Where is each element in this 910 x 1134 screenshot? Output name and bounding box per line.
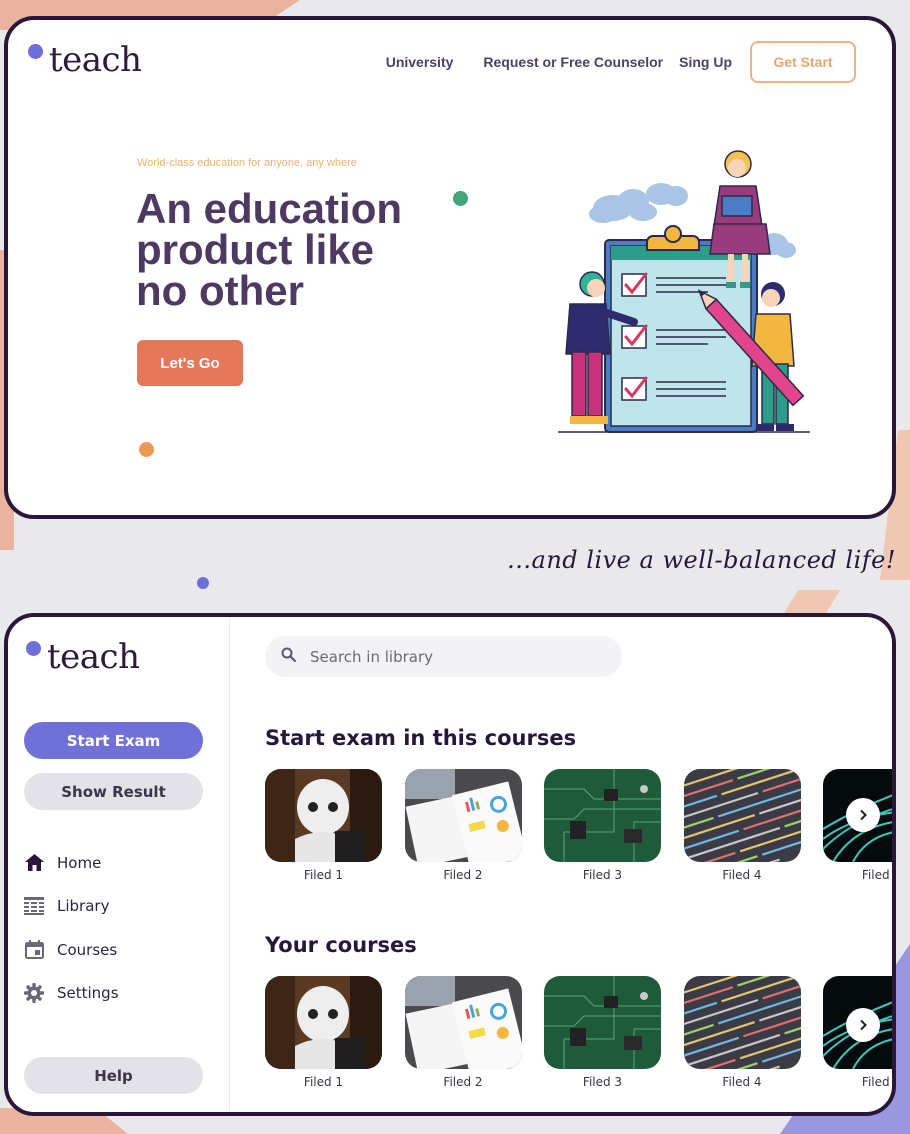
lets-go-button[interactable]: Let's Go bbox=[137, 340, 243, 386]
course-label: Filed 3 bbox=[582, 868, 623, 882]
logo-dot bbox=[28, 44, 43, 59]
hero-title-line: product like bbox=[136, 226, 375, 273]
hero-kicker: World-class education for anyone, any wh… bbox=[137, 157, 357, 169]
search-icon bbox=[281, 647, 297, 667]
hero-title: An education product like no other bbox=[136, 185, 426, 314]
carousel-next-button[interactable] bbox=[846, 1008, 880, 1042]
course-label: Filed 2 bbox=[443, 868, 483, 882]
library-icon bbox=[24, 896, 44, 916]
logo-text: teach bbox=[47, 637, 140, 677]
show-result-button[interactable]: Show Result bbox=[24, 773, 203, 810]
course-thumbnail-robot bbox=[265, 976, 382, 1069]
sidebar-item-courses[interactable]: Courses bbox=[24, 928, 119, 972]
checklist-illustration bbox=[558, 150, 810, 433]
section-title-start-exam: Start exam in this courses bbox=[265, 726, 577, 750]
sidebar-item-settings[interactable]: Settings bbox=[24, 972, 119, 1016]
course-card[interactable]: Filed 3 bbox=[544, 976, 661, 1089]
help-button[interactable]: Help bbox=[24, 1057, 203, 1094]
get-start-button[interactable]: Get Start bbox=[750, 41, 856, 83]
course-label: Filed 4 bbox=[722, 1075, 762, 1089]
landing-window: teach University Request or Free Counsel… bbox=[4, 16, 896, 519]
course-row: Filed 1 Filed 2 Filed 3 Filed 4 Filed bbox=[265, 769, 892, 882]
sidebar: teach Start Exam Show Result Home Librar… bbox=[8, 617, 230, 1112]
gear-icon bbox=[24, 983, 44, 1004]
nav-link-counselor[interactable]: Request or Free Counselor bbox=[483, 54, 663, 70]
course-card[interactable]: Filed 4 bbox=[683, 769, 801, 882]
course-label: Filed 2 bbox=[443, 1075, 483, 1089]
app-window: teach Start Exam Show Result Home Librar… bbox=[4, 613, 896, 1116]
course-card[interactable]: Filed 2 bbox=[404, 769, 522, 882]
nav-link-signup[interactable]: Sing Up bbox=[679, 54, 732, 70]
course-thumbnail-charts bbox=[404, 976, 522, 1069]
calendar-icon bbox=[24, 940, 44, 960]
course-thumbnail-robot bbox=[265, 769, 382, 862]
sidebar-item-label: Courses bbox=[57, 940, 118, 959]
course-label: Filed 4 bbox=[722, 868, 762, 882]
section-title-your-courses: Your courses bbox=[265, 933, 417, 957]
carousel-next-button[interactable] bbox=[846, 798, 880, 832]
logo[interactable]: teach bbox=[26, 637, 140, 677]
hero-title-line: no other bbox=[136, 267, 304, 314]
start-exam-button[interactable]: Start Exam bbox=[24, 722, 203, 759]
logo[interactable]: teach bbox=[28, 40, 142, 80]
course-thumbnail-charts bbox=[404, 769, 522, 862]
course-card[interactable]: Filed 4 bbox=[683, 976, 801, 1089]
course-label: Filed 1 bbox=[303, 868, 344, 882]
decor-dot bbox=[139, 442, 154, 457]
home-icon bbox=[24, 853, 44, 873]
sidebar-item-library[interactable]: Library bbox=[24, 885, 119, 929]
course-thumbnail-circuit bbox=[544, 769, 661, 862]
top-nav: University Request or Free Counselor Sin… bbox=[386, 40, 856, 84]
hero-title-line: An education bbox=[136, 185, 403, 232]
course-card[interactable]: Filed 3 bbox=[544, 769, 661, 882]
course-row: Filed 1 Filed 2 Filed 3 Filed 4 Filed bbox=[265, 976, 892, 1089]
course-thumbnail-circuit bbox=[544, 976, 661, 1069]
sidebar-item-label: Library bbox=[57, 897, 110, 916]
course-label: Filed 3 bbox=[582, 1075, 623, 1089]
course-card[interactable]: Filed 1 bbox=[265, 976, 382, 1089]
sidebar-item-label: Settings bbox=[57, 984, 119, 1003]
sidebar-item-home[interactable]: Home bbox=[24, 841, 119, 885]
course-card[interactable]: Filed 2 bbox=[404, 976, 522, 1089]
sidebar-item-label: Home bbox=[57, 853, 102, 872]
tagline: ...and live a well-balanced life! bbox=[507, 546, 896, 574]
course-label: Filed 5 bbox=[861, 868, 892, 882]
decor-dot bbox=[453, 191, 468, 206]
course-thumbnail-code bbox=[683, 976, 801, 1069]
course-label: Filed 5 bbox=[861, 1075, 892, 1089]
course-label: Filed 1 bbox=[303, 1075, 344, 1089]
search-input[interactable] bbox=[310, 647, 590, 666]
course-card[interactable]: Filed 1 bbox=[265, 769, 382, 882]
sidebar-menu: Home Library Courses Settings bbox=[24, 841, 119, 1015]
nav-link-university[interactable]: University bbox=[386, 54, 454, 70]
search-bar[interactable] bbox=[265, 636, 622, 677]
logo-text: teach bbox=[49, 40, 142, 80]
chevron-right-icon bbox=[860, 809, 867, 821]
logo-dot bbox=[26, 641, 41, 656]
decor-dot bbox=[197, 577, 209, 589]
course-thumbnail-code bbox=[683, 769, 801, 862]
chevron-right-icon bbox=[860, 1019, 867, 1031]
